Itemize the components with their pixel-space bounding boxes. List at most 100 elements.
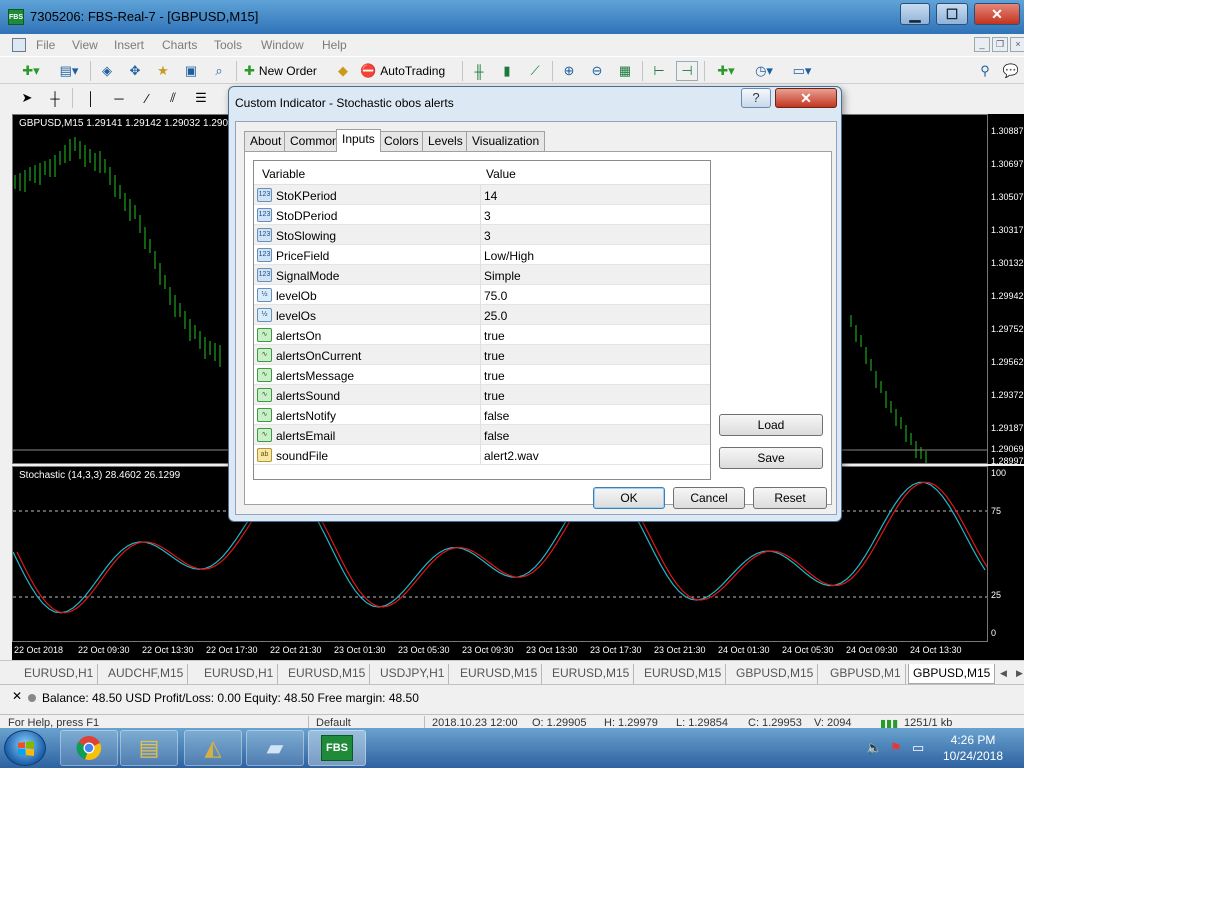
input-row-alertson[interactable]: ∿ alertsOn true bbox=[254, 325, 710, 345]
input-value[interactable]: true bbox=[484, 349, 505, 363]
chart-window-icon[interactable] bbox=[12, 38, 26, 52]
input-value[interactable]: 3 bbox=[484, 229, 491, 243]
app-taskbar-button[interactable]: ◭ bbox=[184, 730, 242, 766]
input-value[interactable]: Simple bbox=[484, 269, 521, 283]
notepad-taskbar-button[interactable]: ▰ bbox=[246, 730, 304, 766]
input-value[interactable]: 3 bbox=[484, 209, 491, 223]
chart-tab[interactable]: GBPUSD,M1 bbox=[826, 664, 906, 684]
market-watch-icon[interactable]: ◈ bbox=[96, 61, 118, 81]
profiles-icon[interactable]: ▤▾ bbox=[54, 61, 84, 81]
crosshair-icon[interactable]: ┼ bbox=[44, 88, 66, 108]
mdi-minimize-button[interactable]: _ bbox=[974, 37, 990, 52]
menu-charts[interactable]: Charts bbox=[162, 38, 197, 52]
chart-tab[interactable]: EURUSD,M15 bbox=[456, 664, 543, 684]
input-row-alertsoncurrent[interactable]: ∿ alertsOnCurrent true bbox=[254, 345, 710, 365]
autotrading-button[interactable]: ⛔ AutoTrading bbox=[360, 61, 456, 81]
search-icon[interactable]: ⚲ bbox=[974, 61, 996, 81]
tab-inputs[interactable]: Inputs bbox=[336, 129, 381, 152]
action-center-icon[interactable]: ⚑ bbox=[890, 740, 902, 756]
input-value[interactable]: true bbox=[484, 389, 505, 403]
autoscroll-icon[interactable]: ⊢ bbox=[648, 61, 670, 81]
candlestick-icon[interactable]: ▮ bbox=[496, 61, 518, 81]
input-row-stokperiod[interactable]: 123 StoKPeriod 14 bbox=[254, 185, 710, 205]
reset-button[interactable]: Reset bbox=[753, 487, 827, 509]
chart-tab[interactable]: EURUSD,H1 bbox=[200, 664, 279, 684]
input-value[interactable]: 25.0 bbox=[484, 309, 507, 323]
chart-tab[interactable]: AUDCHF,M15 bbox=[104, 664, 189, 684]
equidistant-channel-icon[interactable]: ⫽ bbox=[162, 88, 184, 108]
chart-tab[interactable]: USDJPY,H1 bbox=[376, 664, 450, 684]
chart-tab[interactable]: EURUSD,M15 bbox=[548, 664, 635, 684]
indicators-icon[interactable]: ✚▾ bbox=[710, 61, 742, 81]
input-value[interactable]: 14 bbox=[484, 189, 497, 203]
mdi-restore-button[interactable]: ❐ bbox=[992, 37, 1008, 52]
volume-icon[interactable]: 🔈 bbox=[866, 740, 882, 756]
close-window-button[interactable]: ✕ bbox=[974, 3, 1020, 25]
mdi-close-button[interactable]: × bbox=[1010, 37, 1024, 52]
input-value[interactable]: 75.0 bbox=[484, 289, 507, 303]
input-row-stoslowing[interactable]: 123 StoSlowing 3 bbox=[254, 225, 710, 245]
input-value[interactable]: true bbox=[484, 329, 505, 343]
dialog-close-button[interactable]: ✕ bbox=[775, 88, 837, 108]
line-chart-icon[interactable]: ⟋ bbox=[524, 61, 546, 81]
input-row-soundfile[interactable]: ab soundFile alert2.wav bbox=[254, 445, 710, 465]
tab-scroll-right-icon[interactable]: ▶ bbox=[1012, 664, 1024, 684]
chart-shift-icon[interactable]: ⊣ bbox=[676, 61, 698, 81]
zoom-out-icon[interactable]: ⊖ bbox=[586, 61, 608, 81]
start-button[interactable] bbox=[4, 730, 46, 766]
input-row-alertsemail[interactable]: ∿ alertsEmail false bbox=[254, 425, 710, 445]
strategy-tester-icon[interactable]: ⌕ bbox=[208, 61, 230, 81]
metaeditor-icon[interactable]: ◆ bbox=[332, 61, 354, 81]
dialog-help-button[interactable]: ? bbox=[741, 88, 771, 108]
input-value[interactable]: alert2.wav bbox=[484, 449, 539, 463]
cursor-icon[interactable]: ➤ bbox=[16, 88, 38, 108]
terminal-icon[interactable]: ★ bbox=[152, 61, 174, 81]
system-clock[interactable]: 4:26 PM 10/24/2018 bbox=[930, 732, 1016, 764]
tab-visualization[interactable]: Visualization bbox=[466, 131, 546, 151]
zoom-in-icon[interactable]: ⊕ bbox=[558, 61, 580, 81]
input-value[interactable]: false bbox=[484, 409, 509, 423]
navigator-icon[interactable]: ✥ bbox=[124, 61, 146, 81]
input-row-stodperiod[interactable]: 123 StoDPeriod 3 bbox=[254, 205, 710, 225]
input-value[interactable]: false bbox=[484, 429, 509, 443]
chart-tab[interactable]: EURUSD,M15 bbox=[284, 664, 371, 684]
input-row-alertssound[interactable]: ∿ alertsSound true bbox=[254, 385, 710, 405]
templates-icon[interactable]: ▭▾ bbox=[786, 61, 818, 81]
new-order-button[interactable]: ✚ New Order bbox=[244, 61, 330, 81]
tab-scroll-left-icon[interactable]: ◀ bbox=[996, 664, 1011, 684]
fibonacci-icon[interactable]: ☰ bbox=[190, 88, 212, 108]
terminal-close-button[interactable]: ✕ bbox=[12, 689, 22, 703]
chart-tab[interactable]: EURUSD,M15 bbox=[640, 664, 727, 684]
input-row-alertsnotify[interactable]: ∿ alertsNotify false bbox=[254, 405, 710, 425]
horizontal-line-icon[interactable]: ─ bbox=[108, 88, 130, 108]
trendline-icon[interactable]: ⁄ bbox=[136, 88, 158, 108]
fbs-taskbar-button[interactable]: FBS bbox=[308, 730, 366, 766]
menu-insert[interactable]: Insert bbox=[114, 38, 144, 52]
data-window-icon[interactable]: ▣ bbox=[180, 61, 202, 81]
ok-button[interactable]: OK bbox=[593, 487, 665, 509]
tab-colors[interactable]: Colors bbox=[378, 131, 425, 151]
maximize-button[interactable]: ☐ bbox=[936, 3, 968, 25]
menu-help[interactable]: Help bbox=[322, 38, 347, 52]
menu-tools[interactable]: Tools bbox=[214, 38, 242, 52]
input-row-signalmode[interactable]: 123 SignalMode Simple bbox=[254, 265, 710, 285]
input-row-levelos[interactable]: ½ levelOs 25.0 bbox=[254, 305, 710, 325]
menu-window[interactable]: Window bbox=[261, 38, 304, 52]
tab-about[interactable]: About bbox=[244, 131, 288, 151]
minimize-button[interactable]: ▁ bbox=[900, 3, 930, 25]
input-value[interactable]: Low/High bbox=[484, 249, 534, 263]
bar-chart-icon[interactable]: ╫ bbox=[468, 61, 490, 81]
menu-view[interactable]: View bbox=[72, 38, 98, 52]
save-button[interactable]: Save bbox=[719, 447, 823, 469]
explorer-taskbar-button[interactable]: ▤ bbox=[120, 730, 178, 766]
chrome-taskbar-button[interactable] bbox=[60, 730, 118, 766]
load-button[interactable]: Load bbox=[719, 414, 823, 436]
input-row-levelob[interactable]: ½ levelOb 75.0 bbox=[254, 285, 710, 305]
tab-levels[interactable]: Levels bbox=[422, 131, 469, 151]
input-row-pricefield[interactable]: 123 PriceField Low/High bbox=[254, 245, 710, 265]
tile-windows-icon[interactable]: ▦ bbox=[614, 61, 636, 81]
menu-file[interactable]: File bbox=[36, 38, 55, 52]
network-icon[interactable]: ▭ bbox=[912, 740, 924, 756]
new-chart-icon[interactable]: ✚▾ bbox=[16, 61, 46, 81]
periods-icon[interactable]: ◷▾ bbox=[748, 61, 780, 81]
